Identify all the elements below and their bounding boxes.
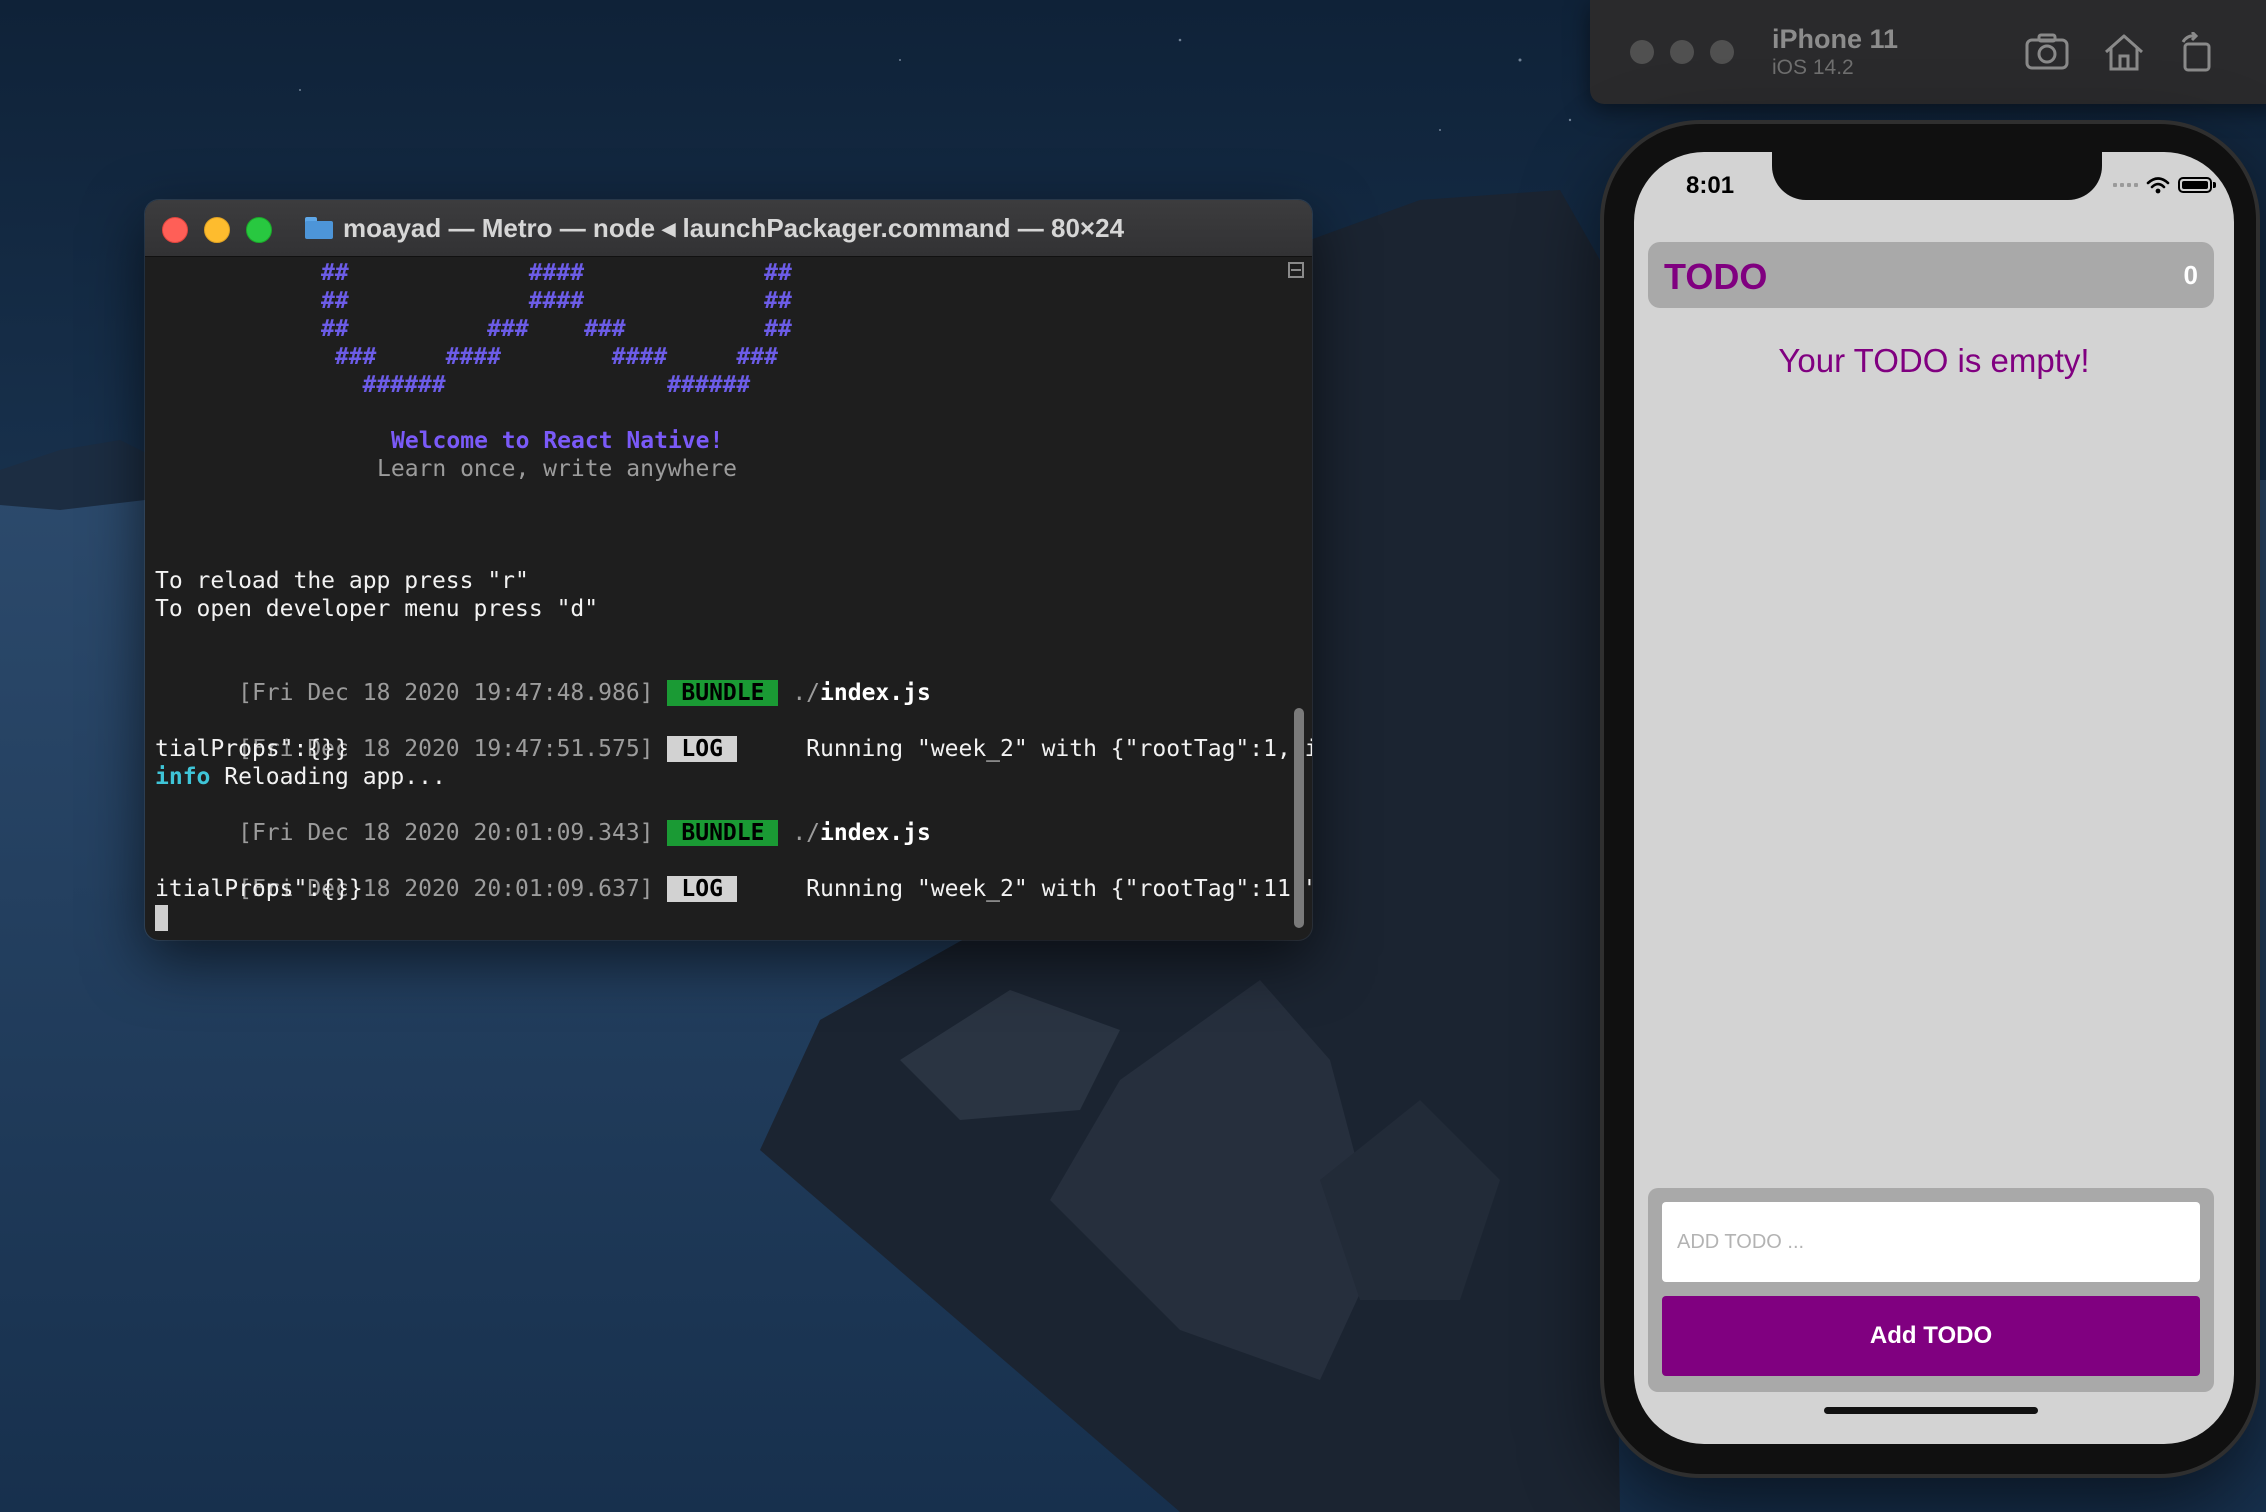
home-icon[interactable] — [2102, 32, 2146, 72]
maximize-button[interactable] — [1710, 40, 1734, 64]
log-timestamp: [Fri Dec 18 2020 20:01:09.343] — [238, 820, 654, 846]
empty-message: Your TODO is empty! — [1778, 342, 2090, 379]
battery-icon — [2178, 177, 2216, 193]
reload-hint: To reload the app press "r" — [155, 568, 529, 594]
terminal-output[interactable]: ## #### ## ## #### ## ## ### ### ## ### … — [145, 257, 1312, 940]
text-cursor — [155, 904, 168, 931]
todo-header: TODO 0 — [1648, 242, 2214, 308]
terminal-title: moayad — Metro — node ◂ launchPackager.c… — [305, 200, 1124, 256]
tagline-text: Learn once, write anywhere — [377, 456, 738, 482]
minimize-button[interactable] — [204, 217, 230, 243]
devmenu-hint: To open developer menu press "d" — [155, 596, 599, 622]
logo-line: ###### ###### — [321, 372, 751, 398]
info-line: info Reloading app... — [155, 763, 446, 791]
log-message: Running "week_2" with {"rootTag":11,"in — [806, 876, 1312, 902]
todo-input[interactable] — [1662, 1202, 2200, 1282]
home-indicator[interactable] — [1824, 1407, 2038, 1414]
terminal-scrollbar[interactable] — [1288, 256, 1306, 936]
app-title: TODO — [1664, 256, 1768, 297]
device-name: iPhone 11 — [1772, 24, 1899, 54]
status-icons — [2113, 176, 2216, 194]
folder-icon — [305, 217, 333, 239]
log-badge: LOG — [667, 736, 737, 762]
signal-icon — [2113, 183, 2138, 187]
info-message: Reloading app... — [210, 764, 446, 790]
simulator-toolbar[interactable]: iPhone 11 iOS 14.2 — [1590, 0, 2266, 104]
window-controls — [162, 217, 272, 243]
phone-screen[interactable]: 8:01 TODO 0 Your TODO is empty! Add TODO — [1634, 152, 2234, 1444]
split-pane-icon[interactable] — [1288, 262, 1304, 278]
log-continuation: itialProps":{}} — [155, 876, 363, 902]
log-file: index.js — [820, 680, 931, 706]
device-os: iOS 14.2 — [1772, 56, 1854, 79]
add-todo-panel: Add TODO — [1648, 1188, 2214, 1392]
scrollbar-thumb[interactable] — [1294, 708, 1304, 928]
maximize-button[interactable] — [246, 217, 272, 243]
logo-line: ## #### ## — [321, 260, 792, 286]
welcome-text: Welcome to React Native! — [391, 428, 724, 454]
info-label: info — [155, 764, 211, 790]
log-file: index.js — [820, 820, 931, 846]
phone-notch — [1772, 152, 2102, 200]
status-time: 8:01 — [1686, 172, 1735, 199]
screenshot-icon[interactable] — [2025, 32, 2069, 72]
log-path: ./ — [792, 820, 821, 846]
terminal-window[interactable]: moayad — Metro — node ◂ launchPackager.c… — [145, 200, 1312, 940]
bundle-badge: BUNDLE — [667, 820, 779, 846]
log-continuation: tialProps":{}} — [155, 736, 349, 762]
logo-line: ### #### #### ### — [321, 344, 778, 370]
minimize-button[interactable] — [1670, 40, 1694, 64]
terminal-title-text: moayad — Metro — node ◂ launchPackager.c… — [343, 212, 1125, 243]
terminal-titlebar[interactable]: moayad — Metro — node ◂ launchPackager.c… — [145, 200, 1312, 257]
rotate-icon[interactable] — [2175, 32, 2219, 72]
logo-line: ## ### ### ## — [321, 316, 792, 342]
wifi-icon — [2146, 177, 2170, 194]
add-todo-button[interactable]: Add TODO — [1662, 1296, 2200, 1376]
log-badge: LOG — [667, 876, 737, 902]
terminal-cursor-line[interactable] — [155, 903, 168, 931]
close-button[interactable] — [1630, 40, 1654, 64]
close-button[interactable] — [162, 217, 188, 243]
logo-line: ## #### ## — [321, 288, 792, 314]
log-timestamp: [Fri Dec 18 2020 19:47:48.986] — [238, 680, 654, 706]
todo-count: 0 — [2183, 260, 2198, 290]
bundle-badge: BUNDLE — [667, 680, 779, 706]
simulator-window-controls — [1630, 40, 1734, 64]
log-message: Running "week_2" with {"rootTag":1,"ini — [806, 736, 1312, 762]
log-path: ./ — [792, 680, 821, 706]
iphone-frame: 8:01 TODO 0 Your TODO is empty! Add TODO — [1604, 124, 2256, 1474]
